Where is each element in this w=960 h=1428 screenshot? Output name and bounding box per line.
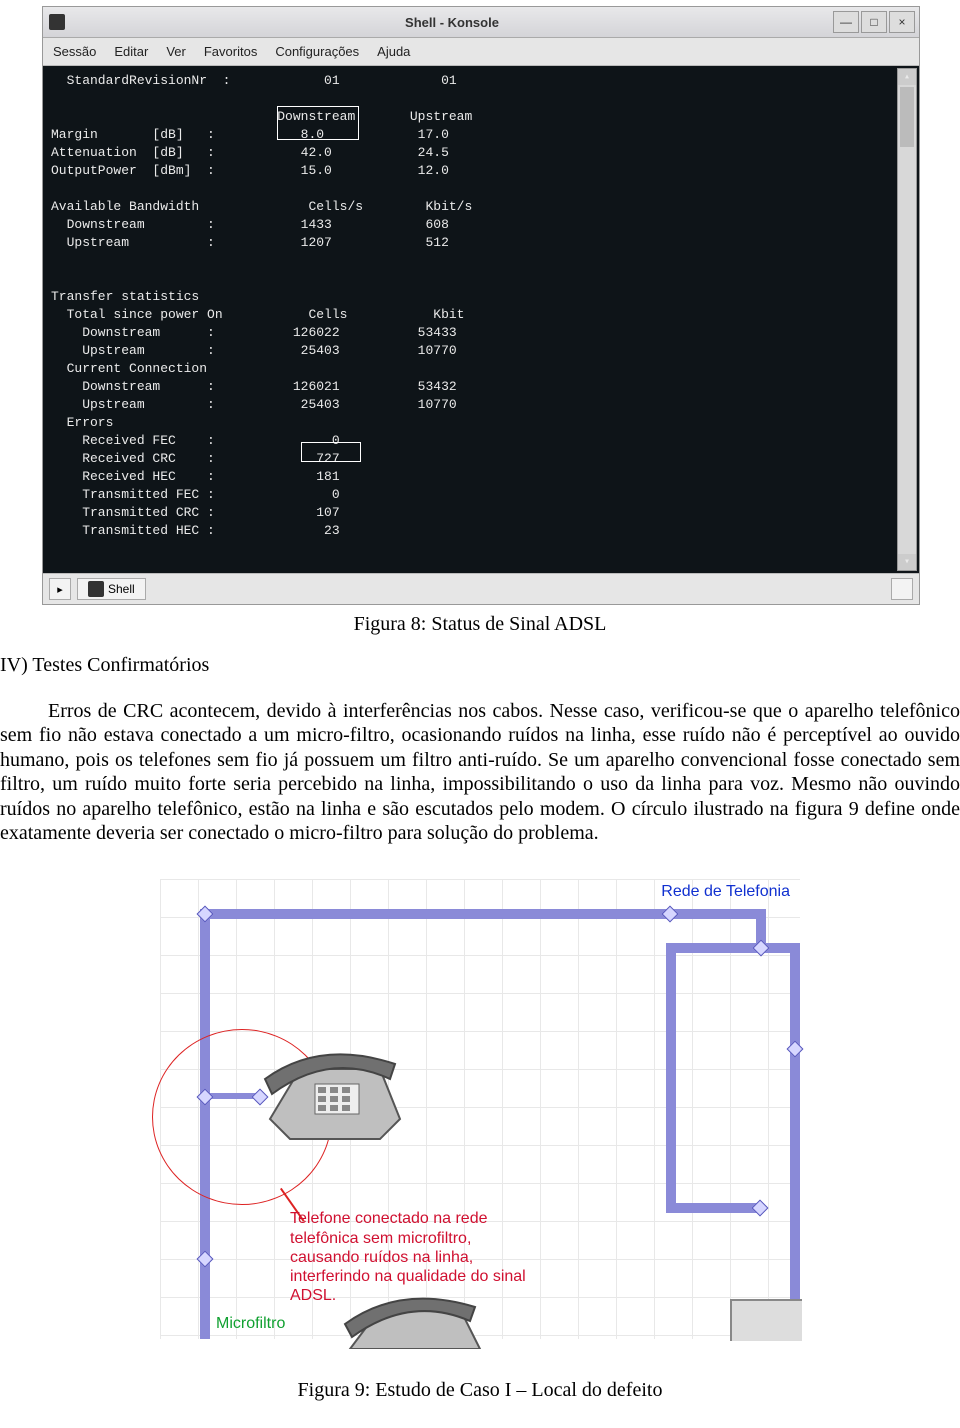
figure-9-caption: Figura 9: Estudo de Caso I – Local do de… bbox=[0, 1379, 960, 1402]
terminal-line: Received CRC : 727 bbox=[51, 450, 911, 468]
defect-warning-text: Telefone conectado na rede telefônica se… bbox=[290, 1209, 590, 1305]
microfiltro-label: Microfiltro bbox=[216, 1315, 285, 1333]
terminal-line: Downstream : 126022 53433 bbox=[51, 324, 911, 342]
section-heading: IV) Testes Confirmatórios bbox=[0, 654, 960, 677]
terminal-line: OutputPower [dBm] : 15.0 12.0 bbox=[51, 162, 911, 180]
menu-editar[interactable]: Editar bbox=[114, 44, 148, 59]
warning-line: causando ruídos na linha, bbox=[290, 1248, 590, 1267]
maximize-button[interactable]: □ bbox=[861, 11, 887, 33]
shell-tab[interactable]: Shell bbox=[77, 578, 146, 600]
phone-icon bbox=[260, 1039, 410, 1149]
figure-9-diagram: Rede de Telefonia Telefone conectado na … bbox=[160, 879, 800, 1339]
terminal-line: Transmitted FEC : 0 bbox=[51, 486, 911, 504]
device-icon bbox=[730, 1299, 802, 1341]
terminal-line: Current Connection bbox=[51, 360, 911, 378]
terminal-line bbox=[51, 180, 911, 198]
titlebar: Shell - Konsole — □ × bbox=[43, 7, 919, 38]
menubar: Sessão Editar Ver Favoritos Configuraçõe… bbox=[43, 38, 919, 66]
shell-tab-icon bbox=[88, 581, 104, 597]
terminal-line: Downstream Upstream bbox=[51, 108, 911, 126]
menu-favoritos[interactable]: Favoritos bbox=[204, 44, 257, 59]
terminal-line bbox=[51, 90, 911, 108]
warning-line: telefônica sem microfiltro, bbox=[290, 1229, 590, 1248]
scroll-up-icon[interactable]: ▴ bbox=[898, 69, 916, 85]
shell-tab-label: Shell bbox=[108, 582, 135, 596]
warning-line: ADSL. bbox=[290, 1286, 590, 1305]
figure-8-caption: Figura 8: Status de Sinal ADSL bbox=[0, 613, 960, 636]
konsole-window: Shell - Konsole — □ × Sessão Editar Ver … bbox=[42, 6, 920, 605]
terminal-line: Received HEC : 181 bbox=[51, 468, 911, 486]
terminal-line: Transmitted CRC : 107 bbox=[51, 504, 911, 522]
terminal-line: Margin [dB] : 8.0 17.0 bbox=[51, 126, 911, 144]
terminal-line: StandardRevisionNr : 01 01 bbox=[51, 72, 911, 90]
rede-telefonia-label: Rede de Telefonia bbox=[661, 883, 790, 901]
close-button[interactable]: × bbox=[889, 11, 915, 33]
paragraph-text: Erros de CRC acontecem, devido à interfe… bbox=[0, 699, 960, 845]
menu-ajuda[interactable]: Ajuda bbox=[377, 44, 410, 59]
scroll-down-icon[interactable]: ▾ bbox=[898, 554, 916, 570]
minimize-button[interactable]: — bbox=[833, 11, 859, 33]
terminal-line bbox=[51, 252, 911, 270]
warning-line: Telefone conectado na rede bbox=[290, 1209, 590, 1228]
terminal-line: Attenuation [dB] : 42.0 24.5 bbox=[51, 144, 911, 162]
terminal-line: Upstream : 25403 10770 bbox=[51, 342, 911, 360]
menu-sessao[interactable]: Sessão bbox=[53, 44, 96, 59]
terminal-line: Received FEC : 0 bbox=[51, 432, 911, 450]
new-tab-button[interactable]: ▸ bbox=[49, 578, 71, 600]
menu-ver[interactable]: Ver bbox=[166, 44, 186, 59]
scroll-thumb[interactable] bbox=[900, 87, 914, 147]
terminal-line: Upstream : 1207 512 bbox=[51, 234, 911, 252]
terminal-output: StandardRevisionNr : 01 01 Downstream Up… bbox=[43, 66, 919, 573]
terminal-line: Upstream : 25403 10770 bbox=[51, 396, 911, 414]
terminal-line bbox=[51, 270, 911, 288]
terminal-line: Transfer statistics bbox=[51, 288, 911, 306]
warning-line: interferindo na qualidade do sinal bbox=[290, 1267, 590, 1286]
statusbar: ▸ Shell bbox=[43, 573, 919, 604]
menu-config[interactable]: Configurações bbox=[275, 44, 359, 59]
konsole-app-icon bbox=[43, 14, 71, 30]
terminal-line: Total since power On Cells Kbit bbox=[51, 306, 911, 324]
terminal-line: Downstream : 126021 53432 bbox=[51, 378, 911, 396]
terminal-line: Downstream : 1433 608 bbox=[51, 216, 911, 234]
terminal-line: Transmitted HEC : 23 bbox=[51, 522, 911, 540]
terminal-scrollbar[interactable]: ▴ ▾ bbox=[897, 68, 917, 571]
window-title: Shell - Konsole bbox=[71, 15, 833, 30]
close-tab-button[interactable] bbox=[891, 578, 913, 600]
terminal-line: Available Bandwidth Cells/s Kbit/s bbox=[51, 198, 911, 216]
terminal-line: Errors bbox=[51, 414, 911, 432]
